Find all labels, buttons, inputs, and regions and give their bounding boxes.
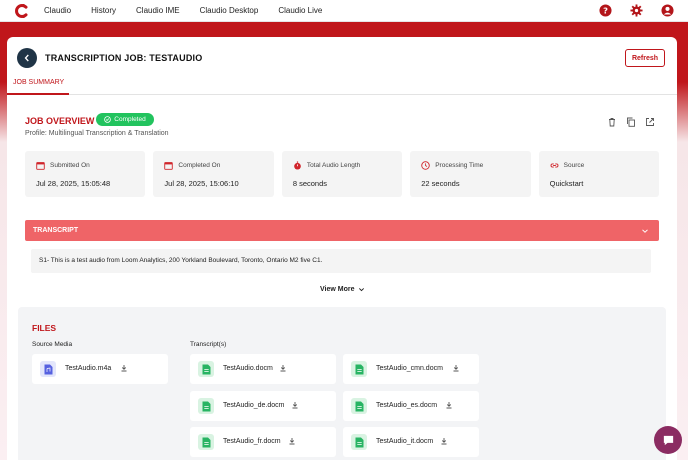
user-icon[interactable] <box>661 4 674 17</box>
gear-icon[interactable] <box>630 4 643 17</box>
download-icon[interactable] <box>288 437 296 445</box>
nav-item-history[interactable]: History <box>91 6 116 15</box>
document-icon <box>351 398 367 414</box>
nav-item-claudio-ime[interactable]: Claudio IME <box>136 6 180 15</box>
stat-processing-time: Processing Time 22 seconds <box>410 151 531 197</box>
copy-icon[interactable] <box>626 117 636 127</box>
document-icon <box>198 361 214 377</box>
transcript-file-item[interactable]: TestAudio_cmn.docm <box>343 354 479 384</box>
transcript-title: TRANSCRIPT <box>33 227 79 234</box>
stats-row: Submitted On Jul 28, 2025, 15:05:48 Comp… <box>25 151 660 197</box>
transcript-file-item[interactable]: TestAudio.docm <box>190 354 336 384</box>
files-section: FILES Source Media Transcript(s) TestAud… <box>18 307 666 460</box>
chat-button[interactable] <box>654 426 682 454</box>
view-more-label: View More <box>320 286 355 293</box>
job-header: TRANSCRIPTION JOB: TESTAUDIO Refresh <box>7 37 677 74</box>
check-circle-icon <box>104 116 112 123</box>
logo-icon <box>15 3 28 18</box>
stat-submitted-on: Submitted On Jul 28, 2025, 15:05:48 <box>25 151 146 197</box>
document-icon <box>198 398 214 414</box>
view-more-button[interactable]: View More <box>320 286 365 293</box>
stopwatch-icon <box>293 161 301 170</box>
top-nav: Claudio History Claudio IME Claudio Desk… <box>0 0 688 22</box>
stat-value: Quickstart <box>549 179 584 188</box>
tab-bar: JOB SUMMARY <box>7 74 677 95</box>
source-file-item[interactable]: TestAudio.m4a <box>32 354 168 384</box>
link-icon <box>550 163 559 168</box>
stat-label: Source <box>563 162 585 169</box>
chevron-down-icon <box>642 229 648 233</box>
transcript-file-item[interactable]: TestAudio_de.docm <box>190 391 336 421</box>
arrow-left-icon <box>24 54 29 62</box>
download-icon[interactable] <box>120 364 128 372</box>
download-icon[interactable] <box>452 364 460 372</box>
stat-value: Jul 28, 2025, 15:05:48 <box>36 179 111 188</box>
transcript-file-item[interactable]: TestAudio_fr.docm <box>190 427 336 457</box>
transcripts-label: Transcript(s) <box>190 341 227 348</box>
stat-label: Completed On <box>178 162 221 169</box>
file-name: TestAudio_es.docm <box>376 402 438 409</box>
file-name: TestAudio_it.docm <box>376 438 434 445</box>
nav-item-claudio-desktop[interactable]: Claudio Desktop <box>200 6 259 15</box>
transcript-file-item[interactable]: TestAudio_es.docm <box>343 391 479 421</box>
job-overview-title: JOB OVERVIEW <box>25 116 95 126</box>
overview-actions <box>607 117 655 127</box>
download-icon[interactable] <box>279 364 287 372</box>
stat-total-audio-length: Total Audio Length 8 seconds <box>281 151 403 197</box>
clock-icon <box>421 161 430 170</box>
download-icon[interactable] <box>445 401 453 409</box>
tab-job-summary[interactable]: JOB SUMMARY <box>13 79 64 86</box>
chat-bubble-icon <box>663 435 673 445</box>
transcript-accordion[interactable]: TRANSCRIPT <box>25 220 659 241</box>
page-title: TRANSCRIPTION JOB: TESTAUDIO <box>45 53 203 63</box>
files-title: FILES <box>32 323 57 333</box>
document-icon <box>351 434 367 450</box>
active-tab-indicator <box>7 93 69 95</box>
stat-label: Processing Time <box>435 162 484 169</box>
nav-right-icons: ? <box>599 4 674 17</box>
help-icon[interactable]: ? <box>599 4 612 17</box>
file-name: TestAudio.m4a <box>65 365 112 372</box>
status-label: Completed <box>114 116 146 123</box>
file-name: TestAudio_de.docm <box>223 402 285 409</box>
document-icon <box>351 361 367 377</box>
chevron-down-icon <box>358 288 364 292</box>
stat-label: Total Audio Length <box>306 162 361 169</box>
status-badge: Completed <box>96 113 154 126</box>
trash-icon[interactable] <box>607 117 617 127</box>
source-media-label: Source Media <box>32 341 73 348</box>
stat-completed-on: Completed On Jul 28, 2025, 15:06:10 <box>153 151 274 197</box>
open-external-icon[interactable] <box>645 117 655 127</box>
stat-label: Submitted On <box>50 162 90 169</box>
stat-source: Source Quickstart <box>538 151 660 197</box>
stat-value: 8 seconds <box>292 179 328 188</box>
back-button[interactable] <box>17 48 37 68</box>
nav-item-claudio-live[interactable]: Claudio Live <box>278 6 322 15</box>
download-icon[interactable] <box>291 401 299 409</box>
file-name: TestAudio_cmn.docm <box>376 365 443 372</box>
calendar-icon <box>164 162 174 170</box>
refresh-button[interactable]: Refresh <box>625 49 665 67</box>
claudio-logo[interactable] <box>14 3 30 19</box>
transcript-text: S1- This is a test audio from Loom Analy… <box>39 257 323 264</box>
transcript-file-item[interactable]: TestAudio_it.docm <box>343 427 479 457</box>
audio-file-icon <box>40 361 56 377</box>
svg-text:?: ? <box>603 5 608 15</box>
stat-value: 22 seconds <box>421 179 460 188</box>
file-name: TestAudio.docm <box>223 365 273 372</box>
file-name: TestAudio_fr.docm <box>223 438 281 445</box>
stat-value: Jul 28, 2025, 15:06:10 <box>164 179 239 188</box>
profile-text: Profile: Multilingual Transcription & Tr… <box>25 130 169 137</box>
document-icon <box>198 434 214 450</box>
transcript-content: S1- This is a test audio from Loom Analy… <box>31 249 651 273</box>
nav-item-claudio[interactable]: Claudio <box>44 6 71 15</box>
job-card: TRANSCRIPTION JOB: TESTAUDIO Refresh JOB… <box>7 37 677 460</box>
calendar-icon <box>36 162 45 170</box>
download-icon[interactable] <box>440 437 448 445</box>
